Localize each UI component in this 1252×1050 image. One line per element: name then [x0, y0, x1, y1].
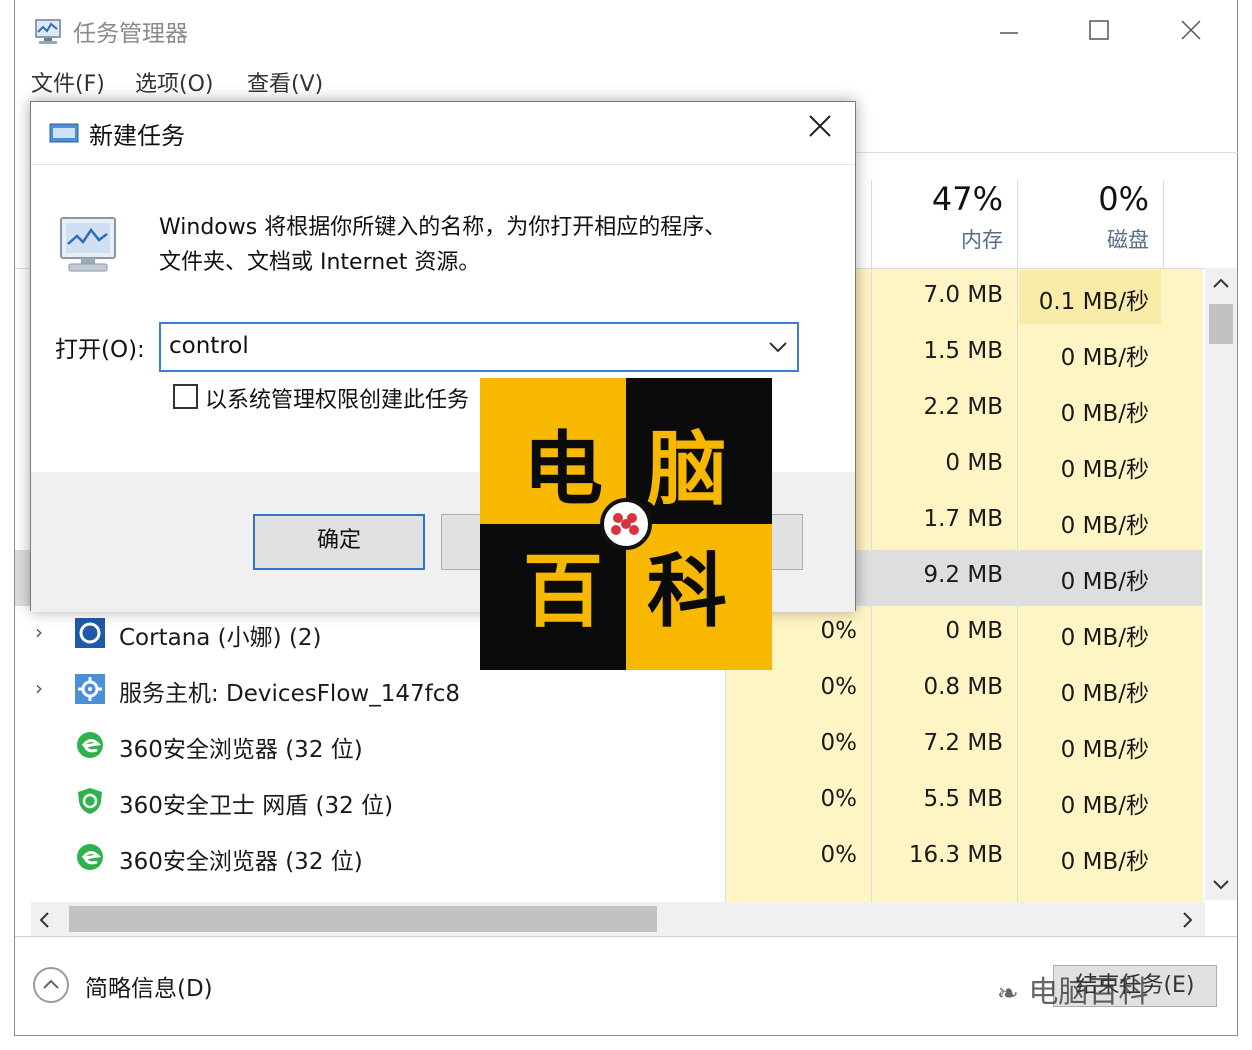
scroll-down-icon[interactable]	[1211, 878, 1231, 892]
overlay-logo: 电 脑 百 科	[480, 378, 772, 670]
task-manager-icon	[35, 19, 61, 44]
process-name: 360安全浏览器 (32 位)	[119, 849, 363, 875]
disk-label: 磁盘	[1107, 228, 1149, 252]
horizontal-scroll-thumb[interactable]	[69, 906, 657, 932]
gear-icon	[75, 674, 105, 704]
table-row[interactable]: 360安全浏览器 (32 位) 0% 7.2 MB 0 MB/秒	[15, 718, 1202, 774]
disk-cell: 0 MB/秒	[1060, 345, 1149, 371]
disk-cell: 0 MB/秒	[1060, 569, 1149, 595]
memory-column-header[interactable]: 47% 内存	[875, 180, 1003, 254]
maximize-icon	[1089, 20, 1109, 40]
process-name: 360安全浏览器 (32 位)	[119, 737, 363, 763]
memory-cell: 7.2 MB	[923, 730, 1003, 756]
chevron-up-icon	[43, 979, 59, 989]
run-dialog-icon	[49, 123, 79, 143]
watermark-text: 电脑百科	[1028, 975, 1149, 1010]
close-icon	[1181, 20, 1201, 40]
ok-button[interactable]: 确定	[253, 514, 425, 570]
chevron-down-icon[interactable]	[767, 338, 789, 356]
memory-cell: 0.8 MB	[923, 674, 1003, 700]
watermark: ❧ 电脑百科	[997, 967, 1148, 1011]
process-name: Cortana (小娜) (2)	[119, 625, 322, 651]
horizontal-scrollbar[interactable]	[31, 902, 1205, 936]
expand-chevron-icon[interactable]: ›	[35, 676, 43, 700]
memory-cell: 16.3 MB	[908, 842, 1003, 868]
disk-cell: 0 MB/秒	[1060, 681, 1149, 707]
divider	[31, 164, 855, 165]
disk-cell: 0 MB/秒	[1060, 793, 1149, 819]
memory-percent: 47%	[931, 180, 1003, 218]
vertical-scrollbar[interactable]	[1205, 268, 1237, 900]
admin-privileges-label[interactable]: 以系统管理权限创建此任务	[205, 382, 469, 414]
360-browser-icon	[77, 844, 103, 870]
menu-bar: 文件(F) 选项(O) 查看(V)	[15, 60, 1237, 102]
description-line-1: Windows 将根据你所键入的名称，为你打开相应的程序、	[159, 215, 727, 240]
memory-label: 内存	[961, 228, 1003, 252]
disk-cell: 0.1 MB/秒	[1038, 289, 1149, 315]
disk-cell: 0 MB/秒	[1060, 513, 1149, 539]
menu-file[interactable]: 文件(F)	[31, 66, 105, 98]
menu-view[interactable]: 查看(V)	[247, 66, 323, 98]
cortana-icon	[75, 618, 105, 648]
disk-cell: 0 MB/秒	[1060, 849, 1149, 875]
scroll-left-icon[interactable]	[37, 910, 51, 930]
disk-cell: 0 MB/秒	[1060, 401, 1149, 427]
360-browser-icon	[77, 732, 103, 758]
memory-cell: 2.2 MB	[923, 394, 1003, 420]
minimize-button[interactable]	[989, 12, 1029, 48]
cpu-cell: 0%	[820, 730, 858, 756]
close-button[interactable]	[1171, 12, 1211, 48]
memory-cell: 5.5 MB	[923, 786, 1003, 812]
dialog-description: Windows 将根据你所键入的名称，为你打开相应的程序、 文件夹、文档或 In…	[159, 210, 726, 280]
process-name: 服务主机: DevicesFlow_147fc8	[119, 681, 460, 707]
scroll-right-icon[interactable]	[1181, 910, 1195, 930]
menu-options[interactable]: 选项(O)	[135, 66, 213, 98]
open-combobox[interactable]: control	[159, 322, 799, 372]
disk-percent: 0%	[1098, 180, 1149, 218]
disk-cell: 0 MB/秒	[1060, 625, 1149, 651]
column-divider	[1163, 180, 1164, 268]
expand-chevron-icon[interactable]: ›	[35, 620, 43, 644]
memory-cell: 1.5 MB	[923, 338, 1003, 364]
memory-cell: 7.0 MB	[923, 282, 1003, 308]
dialog-title: 新建任务	[89, 122, 185, 150]
memory-cell: 1.7 MB	[923, 506, 1003, 532]
table-row[interactable]: 360安全卫士 网盾 (32 位) 0% 5.5 MB 0 MB/秒	[15, 774, 1202, 830]
360-shield-icon	[78, 788, 102, 814]
footer: 简略信息(D) 结束任务(E) ❧ 电脑百科	[15, 936, 1237, 1034]
table-row[interactable]: › 服务主机: DevicesFlow_147fc8 0% 0.8 MB 0 M…	[15, 662, 1202, 718]
process-name: 360安全卫士 网盾 (32 位)	[119, 793, 394, 819]
cpu-cell: 0%	[820, 842, 858, 868]
vertical-scroll-thumb[interactable]	[1209, 304, 1233, 344]
scroll-up-icon[interactable]	[1211, 276, 1231, 290]
magnifier-icon	[600, 498, 652, 550]
disk-cell: 0 MB/秒	[1060, 737, 1149, 763]
memory-cell: 0 MB	[945, 450, 1003, 476]
minimize-icon	[1000, 32, 1018, 34]
wechat-icon: ❧	[997, 979, 1019, 1009]
disk-column-header[interactable]: 0% 磁盘	[1021, 180, 1149, 254]
memory-cell: 9.2 MB	[923, 562, 1003, 588]
window-title: 任务管理器	[73, 21, 188, 47]
maximize-button[interactable]	[1079, 12, 1119, 48]
cpu-cell: 0%	[820, 786, 858, 812]
tab-strip	[855, 101, 1238, 153]
table-row[interactable]: 360安全浏览器 (32 位) 0% 16.3 MB 0 MB/秒	[15, 830, 1202, 886]
disk-cell: 0 MB/秒	[1060, 457, 1149, 483]
memory-cell: 0 MB	[945, 618, 1003, 644]
cpu-cell: 0%	[820, 674, 858, 700]
fewer-details-label[interactable]: 简略信息(D)	[85, 969, 213, 1003]
computer-monitor-icon	[60, 217, 116, 272]
title-bar[interactable]: 任务管理器	[15, 0, 1237, 60]
open-input-value[interactable]: control	[169, 333, 249, 359]
description-line-2: 文件夹、文档或 Internet 资源。	[159, 250, 481, 275]
fewer-details-button[interactable]	[33, 967, 69, 1003]
admin-privileges-checkbox[interactable]	[173, 384, 198, 409]
dialog-close-button[interactable]	[807, 112, 833, 147]
close-icon	[809, 115, 831, 137]
open-label: 打开(O):	[55, 337, 145, 363]
